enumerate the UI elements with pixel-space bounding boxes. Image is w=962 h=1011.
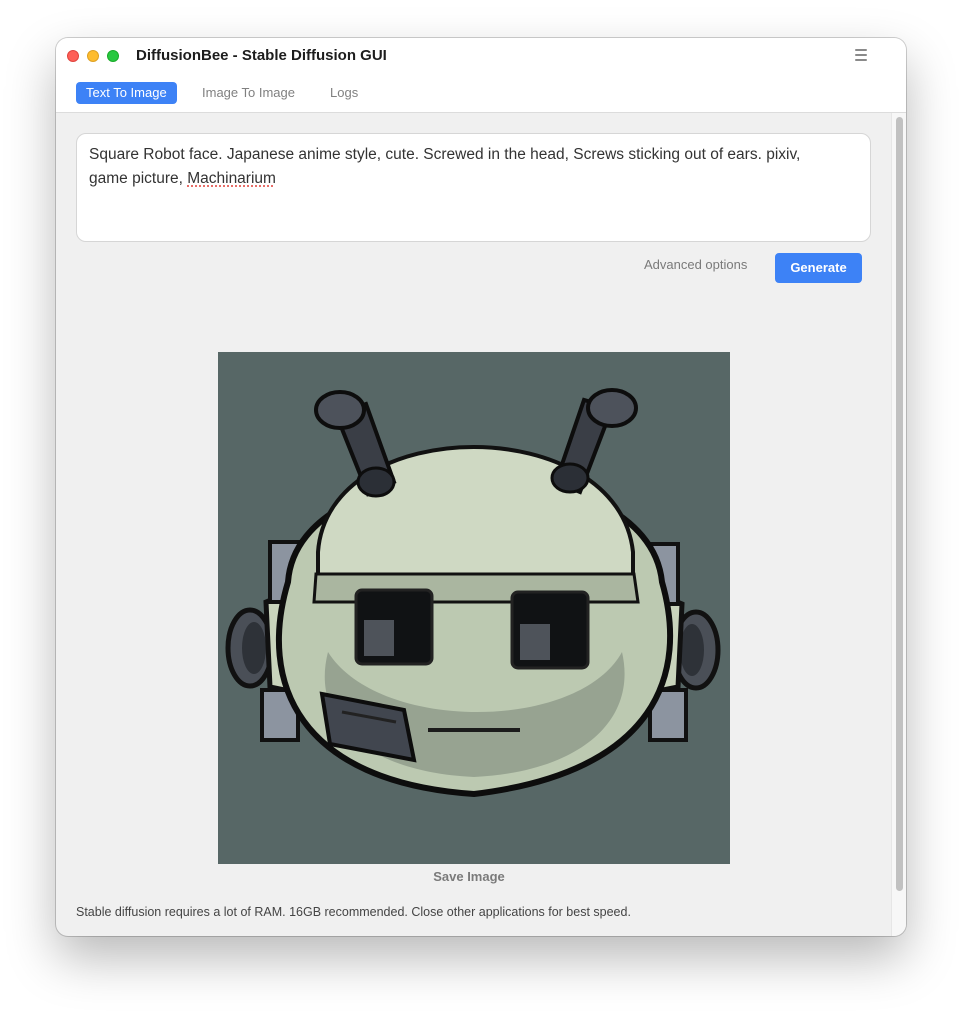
window-title: DiffusionBee - Stable Diffusion GUI <box>136 47 387 64</box>
app-window: DiffusionBee - Stable Diffusion GUI Text… <box>56 38 906 936</box>
generated-image <box>218 352 730 864</box>
save-image-button[interactable]: Save Image <box>56 869 882 884</box>
advanced-options-link[interactable]: Advanced options <box>644 257 747 272</box>
minimize-window-button[interactable] <box>87 50 99 62</box>
prompt-line-2: game picture, Machinarium <box>89 167 858 191</box>
tab-image-to-image[interactable]: Image To Image <box>202 82 295 104</box>
generate-button[interactable]: Generate <box>775 253 862 283</box>
scrollbar-thumb[interactable] <box>896 117 903 891</box>
close-window-button[interactable] <box>67 50 79 62</box>
ram-warning-note: Stable diffusion requires a lot of RAM. … <box>76 905 631 919</box>
prompt-line-2-prefix: game picture, <box>89 170 188 187</box>
hamburger-menu-icon[interactable] <box>855 49 867 61</box>
prompt-input[interactable]: Square Robot face. Japanese anime style,… <box>76 133 871 242</box>
maximize-window-button[interactable] <box>107 50 119 62</box>
prompt-line-1: Square Robot face. Japanese anime style,… <box>89 146 801 163</box>
vertical-scrollbar[interactable] <box>891 113 906 936</box>
tab-text-to-image[interactable]: Text To Image <box>76 82 177 104</box>
tab-logs[interactable]: Logs <box>330 82 358 104</box>
robot-face-illustration <box>218 352 730 864</box>
title-bar: DiffusionBee - Stable Diffusion GUI <box>56 38 906 74</box>
tab-bar: Text To Image Image To Image Logs <box>56 73 906 113</box>
misspelled-word: Machinarium <box>187 170 276 187</box>
